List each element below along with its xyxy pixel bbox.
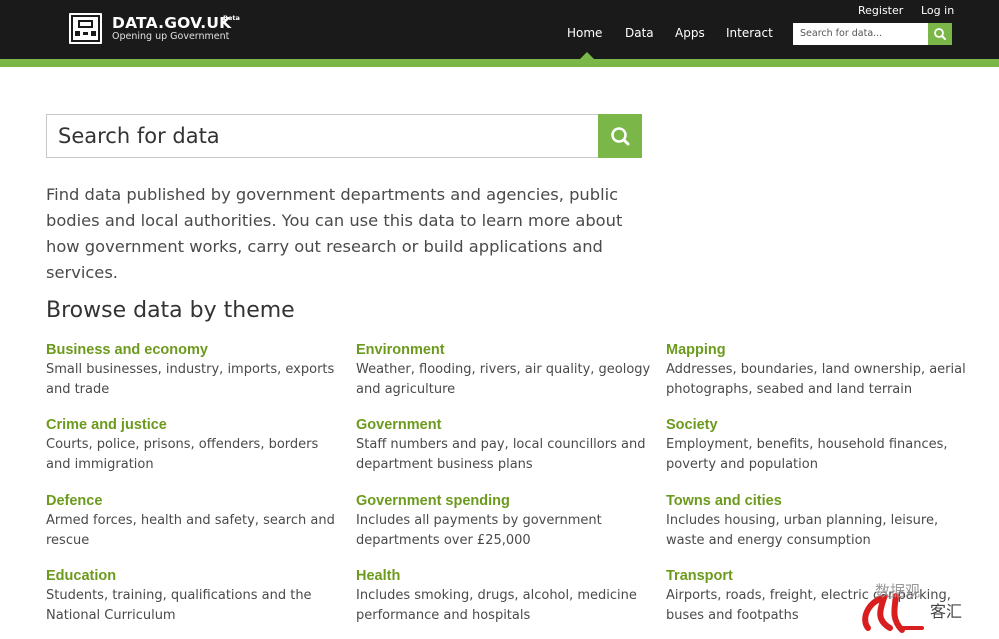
theme-description: Employment, benefits, household finances… [666, 437, 948, 472]
search-icon [611, 127, 630, 146]
theme-description: Courts, police, prisons, offenders, bord… [46, 437, 319, 472]
login-link[interactable]: Log in [921, 4, 954, 17]
theme-link[interactable]: Defence [46, 491, 346, 511]
brand-tagline: Opening up Government [112, 31, 230, 42]
brand-title[interactable]: DATA.GOV.UK [112, 14, 231, 32]
theme-link[interactable]: Mapping [666, 340, 966, 360]
theme-link[interactable]: Environment [356, 340, 656, 360]
theme-business-economy: Business and economy Small businesses, i… [46, 340, 346, 400]
theme-link[interactable]: Government spending [356, 491, 656, 511]
nav-apps[interactable]: Apps [675, 26, 705, 40]
theme-description: Includes smoking, drugs, alcohol, medici… [356, 588, 637, 623]
theme-link[interactable]: Towns and cities [666, 491, 966, 511]
theme-description: Small businesses, industry, imports, exp… [46, 362, 335, 397]
beta-badge: Beta [223, 14, 240, 22]
header-accent-stripe [0, 59, 999, 67]
theme-towns-cities: Towns and cities Includes housing, urban… [666, 491, 966, 551]
theme-education: Education Students, training, qualificat… [46, 566, 346, 626]
theme-link[interactable]: Society [666, 415, 966, 435]
theme-link[interactable]: Education [46, 566, 346, 586]
theme-link[interactable]: Business and economy [46, 340, 346, 360]
theme-description: Includes all payments by government depa… [356, 513, 602, 548]
nav-interact[interactable]: Interact [726, 26, 773, 40]
theme-description: Weather, flooding, rivers, air quality, … [356, 362, 651, 397]
main-search-button[interactable] [598, 114, 642, 158]
theme-society: Society Employment, benefits, household … [666, 415, 966, 475]
theme-link[interactable]: Crime and justice [46, 415, 346, 435]
nav-home[interactable]: Home [567, 26, 602, 40]
theme-description: Armed forces, health and safety, search … [46, 513, 335, 548]
theme-link[interactable]: Government [356, 415, 656, 435]
theme-description: Students, training, qualifications and t… [46, 588, 312, 623]
register-link[interactable]: Register [858, 4, 903, 17]
browse-heading: Browse data by theme [46, 298, 295, 323]
theme-mapping: Mapping Addresses, boundaries, land owne… [666, 340, 966, 400]
theme-government: Government Staff numbers and pay, local … [356, 415, 656, 475]
intro-text: Find data published by government depart… [46, 185, 623, 282]
data-gov-logo-icon[interactable] [69, 13, 102, 44]
header-search-input[interactable]: Search for data... [793, 23, 928, 45]
watermark-text: 数据观 [875, 582, 921, 600]
watermark-text-secondary: 客汇 [930, 602, 963, 621]
theme-defence: Defence Armed forces, health and safety,… [46, 491, 346, 551]
theme-health: Health Includes smoking, drugs, alcohol,… [356, 566, 656, 626]
theme-link[interactable]: Health [356, 566, 656, 586]
active-nav-indicator [580, 52, 594, 59]
theme-crime-justice: Crime and justice Courts, police, prison… [46, 415, 346, 475]
theme-environment: Environment Weather, flooding, rivers, a… [356, 340, 656, 400]
header-search-button[interactable] [928, 23, 952, 45]
nav-data[interactable]: Data [625, 26, 654, 40]
theme-government-spending: Government spending Includes all payment… [356, 491, 656, 551]
theme-description: Addresses, boundaries, land ownership, a… [666, 362, 966, 397]
main-search-input[interactable]: Search for data [46, 114, 599, 158]
theme-description: Includes housing, urban planning, leisur… [666, 513, 939, 548]
search-icon [934, 28, 946, 40]
theme-description: Staff numbers and pay, local councillors… [356, 437, 646, 472]
